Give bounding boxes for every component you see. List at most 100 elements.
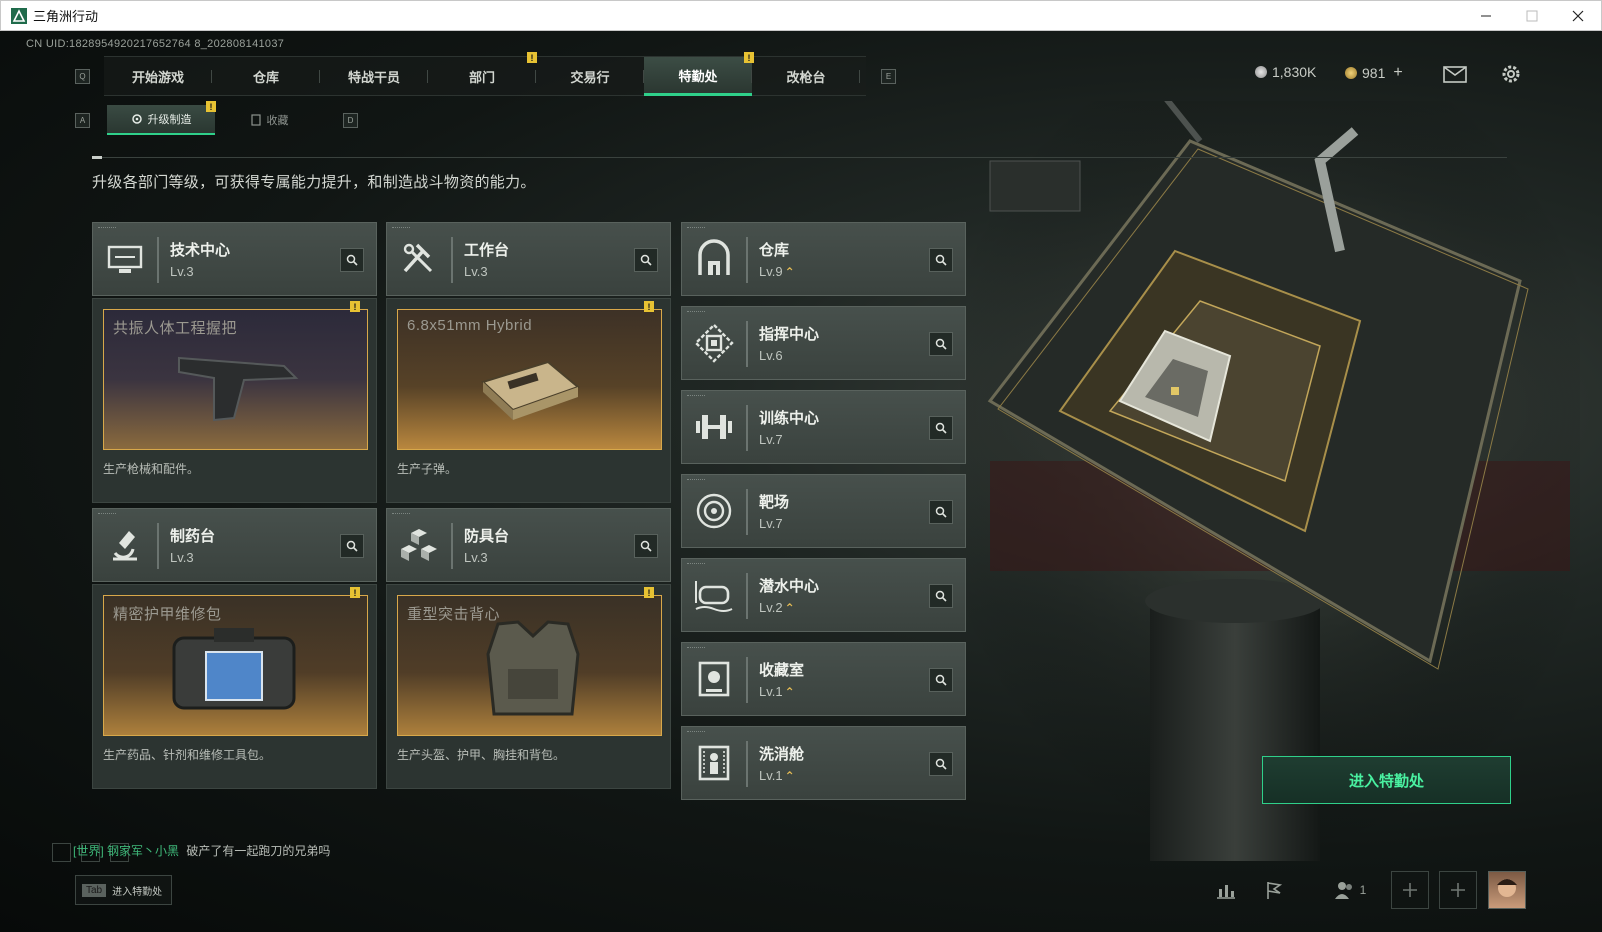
facility-name: 潜水中心 bbox=[759, 578, 820, 595]
mail-icon[interactable] bbox=[1443, 66, 1467, 83]
product-notification-icon: ! bbox=[644, 301, 654, 312]
tab-warehouse[interactable]: 仓库 bbox=[212, 57, 320, 96]
production-slot-workbench[interactable]: 6.8x51mm Hybrid ! 生产子弹。 bbox=[386, 298, 671, 503]
upgrade-available-icon: ⌃ bbox=[784, 601, 795, 615]
tab-start-game[interactable]: 开始游戏 bbox=[104, 57, 212, 96]
facility-card-command-center[interactable]: 指挥中心 Lv.6 bbox=[681, 306, 966, 380]
product-description: 生产子弹。 bbox=[397, 462, 458, 476]
facility-name: 收藏室 bbox=[759, 662, 805, 679]
diving-mask-icon bbox=[695, 581, 733, 612]
grip-item-icon bbox=[178, 356, 299, 422]
nav-right-key: E bbox=[881, 69, 896, 84]
tickets-display[interactable]: 981 + bbox=[1345, 64, 1403, 82]
plus-icon bbox=[1451, 883, 1465, 897]
facility-name: 技术中心 bbox=[170, 242, 231, 259]
search-icon[interactable] bbox=[929, 248, 953, 272]
search-icon[interactable] bbox=[340, 248, 364, 272]
squad-button[interactable]: 1 bbox=[1325, 871, 1375, 909]
window-title: 三角洲行动 bbox=[33, 9, 99, 24]
window-titlebar: 三角洲行动 bbox=[0, 0, 1602, 31]
search-icon[interactable] bbox=[929, 668, 953, 692]
tab-shortcut-hint[interactable]: Tab 进入特勤处 bbox=[75, 875, 172, 905]
tab-gunsmith[interactable]: 改枪台 bbox=[752, 57, 860, 96]
facility-level: Lv.9 bbox=[759, 264, 783, 279]
hammer-wrench-icon bbox=[403, 243, 433, 273]
search-icon[interactable] bbox=[340, 534, 364, 558]
upgrade-craft-notification-icon: ! bbox=[206, 101, 216, 112]
chat-toggle-1[interactable] bbox=[52, 843, 71, 862]
facility-level: Lv.6 bbox=[759, 348, 783, 363]
facility-card-workbench[interactable]: 工作台 Lv.3 bbox=[386, 222, 671, 296]
search-icon[interactable] bbox=[929, 416, 953, 440]
subtab-upgrade-craft-label: 升级制造 bbox=[147, 114, 192, 126]
upgrade-available-icon: ⌃ bbox=[784, 769, 795, 783]
search-icon[interactable] bbox=[929, 584, 953, 608]
coin-icon bbox=[1255, 66, 1267, 78]
squad-count: 1 bbox=[1359, 883, 1367, 897]
user-icon bbox=[1334, 882, 1352, 899]
header-divider bbox=[92, 156, 1507, 159]
app-icon bbox=[11, 7, 27, 24]
add-tickets-button[interactable]: + bbox=[1393, 64, 1402, 82]
facility-name: 洗消舱 bbox=[759, 746, 805, 763]
close-button[interactable] bbox=[1555, 1, 1601, 31]
facility-card-warehouse[interactable]: 仓库 Lv.9 ⌃ bbox=[681, 222, 966, 296]
tab-special-ops[interactable]: 特勤处 bbox=[644, 57, 752, 96]
facility-card-pharmacy[interactable]: 制药台 Lv.3 bbox=[92, 508, 377, 582]
tab-departments[interactable]: 部门 bbox=[428, 57, 536, 96]
display-case-icon bbox=[698, 661, 730, 697]
minimize-button[interactable] bbox=[1463, 1, 1509, 31]
tickets-value: 981 bbox=[1362, 65, 1386, 81]
coins-value: 1,830K bbox=[1272, 64, 1317, 80]
invite-slot-1[interactable] bbox=[1391, 871, 1429, 909]
facility-name: 指挥中心 bbox=[759, 326, 820, 343]
facility-card-decontamination[interactable]: 洗消舱 Lv.1 ⌃ bbox=[681, 726, 966, 800]
production-slot-armor-bench[interactable]: 重型突击背心 ! 生产头盔、护甲、胸挂和背包。 bbox=[386, 584, 671, 789]
search-icon[interactable] bbox=[634, 248, 658, 272]
subtab-upgrade-craft[interactable]: 升级制造 bbox=[107, 105, 215, 135]
chat-message: [世界] 钢家军丶小黑 破产了有一起跑刀的兄弟吗 bbox=[73, 842, 330, 859]
production-slot-pharmacy[interactable]: 精密护甲维修包 ! 生产药品、针剂和维修工具包。 bbox=[92, 584, 377, 789]
product-description: 生产枪械和配件。 bbox=[103, 462, 200, 476]
tab-key: Tab bbox=[82, 883, 107, 897]
search-icon[interactable] bbox=[929, 752, 953, 776]
special-ops-notification-icon: ! bbox=[744, 52, 754, 63]
avatar[interactable] bbox=[1488, 871, 1526, 909]
player-uid: CN UID:1828954920217652764 8_20280814103… bbox=[26, 38, 285, 50]
facility-card-collection-room[interactable]: 收藏室 Lv.1 ⌃ bbox=[681, 642, 966, 716]
search-icon[interactable] bbox=[929, 332, 953, 356]
facility-level: Lv.2 bbox=[759, 600, 783, 615]
facility-level: Lv.3 bbox=[464, 264, 488, 279]
facility-card-diving-center[interactable]: 潜水中心 Lv.2 ⌃ bbox=[681, 558, 966, 632]
facility-card-armor-bench[interactable]: 防具台 Lv.3 bbox=[386, 508, 671, 582]
upgrade-available-icon: ⌃ bbox=[784, 265, 795, 279]
search-icon[interactable] bbox=[929, 500, 953, 524]
upgrade-available-icon: ⌃ bbox=[784, 685, 795, 699]
facility-name: 仓库 bbox=[759, 242, 790, 259]
flag-icon bbox=[1267, 882, 1283, 899]
facility-name: 工作台 bbox=[464, 242, 510, 259]
facility-card-training-center[interactable]: 训练中心 Lv.7 bbox=[681, 390, 966, 464]
tab-operators[interactable]: 特战干员 bbox=[320, 57, 428, 96]
chat-user[interactable]: 钢家军丶小黑 bbox=[107, 844, 179, 858]
facility-level: Lv.3 bbox=[170, 550, 194, 565]
facility-card-shooting-range[interactable]: 靶场 Lv.7 bbox=[681, 474, 966, 548]
enter-special-ops-button[interactable]: 进入特勤处 bbox=[1262, 756, 1511, 804]
search-icon[interactable] bbox=[634, 534, 658, 558]
subtab-collection[interactable]: 收藏 bbox=[215, 105, 323, 135]
game-viewport: CN UID:1828954920217652764 8_20280814103… bbox=[0, 31, 1602, 932]
facility-card-tech-center[interactable]: 技术中心 Lv.3 bbox=[92, 222, 377, 296]
tab-trading[interactable]: 交易行 bbox=[536, 57, 644, 96]
facility-name: 训练中心 bbox=[759, 410, 820, 427]
stats-button[interactable] bbox=[1207, 871, 1245, 909]
maximize-button[interactable] bbox=[1509, 1, 1555, 31]
flag-button[interactable] bbox=[1255, 871, 1293, 909]
gear-icon[interactable] bbox=[1500, 63, 1522, 85]
command-center-icon bbox=[694, 323, 734, 363]
invite-slot-2[interactable] bbox=[1439, 871, 1477, 909]
production-slot-tech-center[interactable]: 共振人体工程握把 ! 生产枪械和配件。 bbox=[92, 298, 377, 503]
product-notification-icon: ! bbox=[350, 587, 360, 598]
facility-level: Lv.3 bbox=[170, 264, 194, 279]
facility-level: Lv.1 bbox=[759, 684, 783, 699]
facility-level: Lv.1 bbox=[759, 768, 783, 783]
